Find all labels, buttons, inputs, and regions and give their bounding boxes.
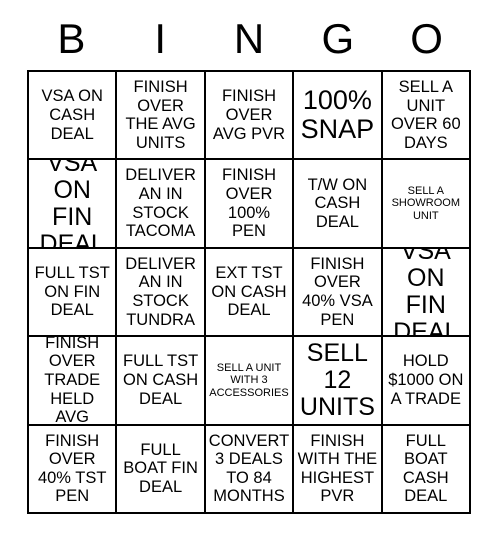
bingo-cell-label: VSA ON FIN DEAL bbox=[393, 248, 459, 338]
bingo-cell-label: FULL TST ON CASH DEAL bbox=[123, 352, 199, 408]
bingo-cell-label: DELIVER AN IN STOCK TACOMA bbox=[125, 166, 196, 241]
bingo-cell-label: FINISH OVER TRADE HELD AVG bbox=[44, 337, 101, 426]
bingo-header-row: B I N G O bbox=[27, 14, 471, 64]
bingo-cell-r3c1[interactable]: FULL TST ON FIN DEAL bbox=[29, 248, 118, 338]
bingo-cell-label: HOLD $1000 ON A TRADE bbox=[388, 352, 464, 408]
bingo-cell-r1c2[interactable]: FINISH OVER THE AVG UNITS bbox=[117, 72, 206, 161]
bingo-cell-r5c3[interactable]: CONVERT 3 DEALS TO 84 MONTHS bbox=[205, 425, 295, 514]
bingo-header-letter-i: I bbox=[154, 15, 167, 62]
bingo-cell-r1c3[interactable]: FINISH OVER AVG PVR bbox=[205, 72, 295, 161]
bingo-cell-r4c3[interactable]: SELL A UNIT WITH 3 ACCESSORIES bbox=[205, 337, 295, 426]
bingo-cell-label: VSA ON FIN DEAL bbox=[39, 160, 105, 249]
bingo-cell-label: FINISH OVER 40% TST PEN bbox=[37, 431, 107, 506]
bingo-cell-r5c1[interactable]: FINISH OVER 40% TST PEN bbox=[29, 425, 118, 514]
bingo-cell-r5c5[interactable]: FULL BOAT CASH DEAL bbox=[382, 425, 471, 514]
bingo-cell-label: SELL A UNIT OVER 60 DAYS bbox=[390, 77, 461, 152]
bingo-cell-label: FINISH OVER THE AVG UNITS bbox=[125, 77, 196, 152]
bingo-cell-r2c1[interactable]: VSA ON FIN DEAL bbox=[29, 160, 118, 249]
bingo-cell-label: SELL A SHOWROOM UNIT bbox=[391, 184, 461, 222]
bingo-cell-r2c5[interactable]: SELL A SHOWROOM UNIT bbox=[382, 160, 471, 249]
bingo-cell-label: EXT TST ON CASH DEAL bbox=[211, 264, 287, 320]
bingo-cell-label: FINISH OVER AVG PVR bbox=[212, 87, 286, 143]
bingo-cell-r4c2[interactable]: FULL TST ON CASH DEAL bbox=[117, 337, 206, 426]
bingo-cell-r2c3[interactable]: FINISH OVER 100% PEN bbox=[205, 160, 295, 249]
bingo-cell-label: CONVERT 3 DEALS TO 84 MONTHS bbox=[208, 431, 290, 506]
bingo-cell-r3c3[interactable]: EXT TST ON CASH DEAL bbox=[205, 248, 295, 338]
bingo-cell-label: SELL A UNIT WITH 3 ACCESSORIES bbox=[209, 361, 289, 399]
bingo-grid: VSA ON CASH DEAL FINISH OVER THE AVG UNI… bbox=[27, 70, 471, 514]
bingo-cell-label: FINISH OVER 100% PEN bbox=[221, 166, 277, 241]
bingo-cell-r1c5[interactable]: SELL A UNIT OVER 60 DAYS bbox=[382, 72, 471, 161]
bingo-header-letter-o: O bbox=[410, 15, 443, 62]
bingo-cell-r2c2[interactable]: DELIVER AN IN STOCK TACOMA bbox=[117, 160, 206, 249]
bingo-cell-r1c4[interactable]: 100% SNAP bbox=[294, 72, 383, 161]
bingo-cell-r3c4[interactable]: FINISH OVER 40% VSA PEN bbox=[294, 248, 383, 338]
bingo-cell-r4c5[interactable]: HOLD $1000 ON A TRADE bbox=[382, 337, 471, 426]
bingo-cell-label: VSA ON CASH DEAL bbox=[41, 87, 103, 143]
bingo-cell-label: T/W ON CASH DEAL bbox=[307, 175, 368, 231]
bingo-cell-label: FINISH WITH THE HIGHEST PVR bbox=[297, 431, 378, 506]
bingo-header-letter-n: N bbox=[233, 15, 265, 62]
bingo-cell-r3c5[interactable]: VSA ON FIN DEAL bbox=[382, 248, 471, 338]
bingo-cell-label: FULL TST ON FIN DEAL bbox=[34, 264, 110, 320]
bingo-cell-r4c4[interactable]: SELL 12 UNITS bbox=[294, 337, 383, 426]
bingo-cell-label: SELL 12 UNITS bbox=[299, 338, 375, 421]
bingo-cell-r5c2[interactable]: FULL BOAT FIN DEAL bbox=[117, 425, 206, 514]
bingo-cell-r4c1[interactable]: FINISH OVER TRADE HELD AVG bbox=[29, 337, 118, 426]
bingo-cell-r1c1[interactable]: VSA ON CASH DEAL bbox=[29, 72, 118, 161]
bingo-cell-label: FINISH OVER 40% VSA PEN bbox=[302, 254, 373, 329]
bingo-cell-label: 100% SNAP bbox=[300, 84, 375, 145]
bingo-cell-label: DELIVER AN IN STOCK TUNDRA bbox=[125, 254, 196, 329]
bingo-cell-r2c4[interactable]: T/W ON CASH DEAL bbox=[294, 160, 383, 249]
bingo-header-letter-g: G bbox=[321, 15, 355, 62]
bingo-cell-r5c4[interactable]: FINISH WITH THE HIGHEST PVR bbox=[294, 425, 383, 514]
bingo-header-letter-b: B bbox=[57, 15, 86, 62]
bingo-cell-r3c2[interactable]: DELIVER AN IN STOCK TUNDRA bbox=[117, 248, 206, 338]
bingo-card: B I N G O VSA ON CASH DEAL FINISH OVER T… bbox=[0, 0, 500, 544]
bingo-cell-label: FULL BOAT CASH DEAL bbox=[402, 431, 449, 506]
bingo-cell-label: FULL BOAT FIN DEAL bbox=[123, 440, 198, 497]
